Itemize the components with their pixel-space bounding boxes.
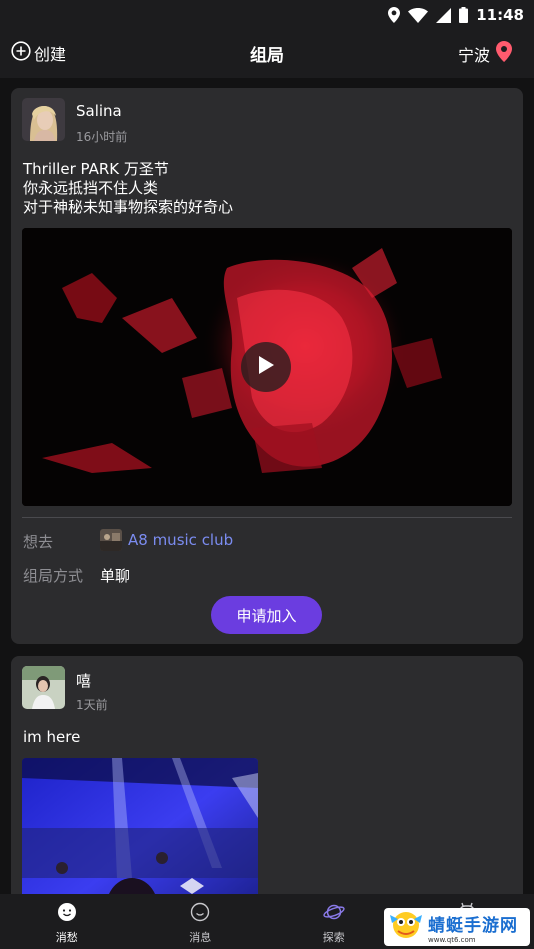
- post-time: 1天前: [76, 698, 108, 712]
- add-circle-icon: [11, 41, 31, 65]
- tab-label: 探索: [322, 931, 345, 944]
- want-to-go-label: 想去: [23, 533, 54, 551]
- tab-home[interactable]: 消愁: [0, 894, 134, 949]
- battery-icon: [459, 7, 469, 23]
- signal-icon: [436, 7, 452, 23]
- post-text-line: 对于神秘未知事物探索的好奇心: [23, 198, 234, 216]
- watermark: 蜻蜓手游网 www.qt6.com: [384, 908, 530, 946]
- post-card[interactable]: 嘻 1天前 im here: [11, 656, 523, 894]
- username[interactable]: 嘻: [76, 670, 91, 691]
- venue-link[interactable]: A8 music club: [100, 529, 233, 551]
- post-time: 16小时前: [76, 130, 128, 144]
- play-button[interactable]: [241, 342, 291, 392]
- city-label: 宁波: [457, 45, 490, 65]
- mode-label: 组局方式: [23, 567, 84, 585]
- watermark-title: 蜻蜓手游网: [428, 915, 518, 936]
- watermark-url: www.qt6.com: [428, 935, 476, 944]
- page-title: 组局: [250, 46, 284, 66]
- dragonfly-logo-icon: [388, 909, 424, 945]
- city-selector[interactable]: 宁波: [458, 41, 512, 66]
- create-label: 创建: [34, 45, 67, 64]
- tab-explore[interactable]: 探索: [267, 894, 401, 949]
- smile-icon: [57, 902, 77, 926]
- tab-messages[interactable]: 消息: [134, 894, 268, 949]
- planet-icon: [323, 902, 345, 926]
- post-text: Thriller PARK 万圣节 你永远抵挡不住人类 对于神秘未知事物探索的好…: [23, 160, 233, 217]
- location-icon: [388, 7, 401, 23]
- post-card[interactable]: Salina 16小时前 Thriller PARK 万圣节 你永远抵挡不住人类…: [11, 88, 523, 644]
- status-bar: 11:48: [0, 0, 534, 30]
- watermark-text: 蜻蜓手游网 www.qt6.com: [428, 911, 518, 944]
- post-text: im here: [23, 728, 81, 746]
- tab-label: 消愁: [55, 931, 78, 944]
- venue-name[interactable]: A8 music club: [128, 531, 233, 549]
- wifi-icon: [408, 7, 429, 23]
- app-header: 创建 组局 宁波: [0, 30, 534, 76]
- chat-icon: [190, 902, 210, 926]
- location-pin-icon: [496, 41, 512, 66]
- avatar[interactable]: [22, 98, 65, 141]
- divider: [22, 517, 512, 518]
- status-time: 11:48: [476, 6, 524, 24]
- feed-list[interactable]: Salina 16小时前 Thriller PARK 万圣节 你永远抵挡不住人类…: [0, 78, 534, 894]
- create-button[interactable]: 创建: [11, 41, 66, 65]
- post-text-line: 你永远抵挡不住人类: [23, 179, 159, 197]
- avatar[interactable]: [22, 666, 65, 709]
- mode-value: 单聊: [100, 567, 131, 585]
- post-text-line: Thriller PARK 万圣节: [23, 160, 169, 178]
- tab-label: 消息: [189, 931, 212, 944]
- username[interactable]: Salina: [76, 102, 122, 120]
- venue-thumbnail: [100, 529, 122, 551]
- play-icon: [257, 355, 275, 379]
- post-photo[interactable]: [22, 758, 258, 894]
- post-video[interactable]: [22, 228, 512, 506]
- join-button[interactable]: 申请加入: [211, 596, 322, 634]
